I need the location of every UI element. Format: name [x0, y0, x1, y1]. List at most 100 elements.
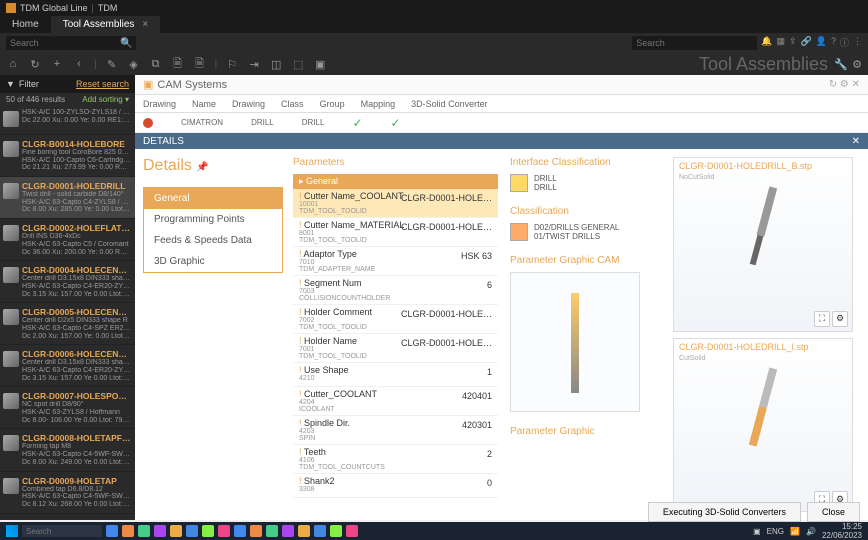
- nav-item[interactable]: General: [144, 188, 282, 209]
- sub-tab[interactable]: Class: [281, 97, 304, 111]
- sub-tab[interactable]: Group: [320, 97, 345, 111]
- refresh-icon[interactable]: ↻: [28, 57, 42, 71]
- param-row[interactable]: ! Cutter Name_MATERIAL8001TDM_TOOL_TOOLI…: [293, 218, 498, 247]
- list-item[interactable]: CLGR-B0014-HOLEBOREFine boring tool Coro…: [0, 135, 135, 177]
- param-row[interactable]: ! Shank233080: [293, 474, 498, 498]
- list-item[interactable]: HSK-A/C 100-ZYLSO-ZYLS18 / Hoffm…Dc 22.0…: [0, 105, 135, 135]
- close-button[interactable]: Close: [807, 502, 860, 522]
- grid-icon[interactable]: ▦: [776, 36, 785, 50]
- tb-app-icon[interactable]: [282, 525, 294, 537]
- param-row[interactable]: ! Use Shape42101: [293, 363, 498, 387]
- share-icon[interactable]: ⇪: [789, 36, 797, 50]
- app-icon[interactable]: ▣: [313, 57, 327, 71]
- gear-icon[interactable]: ⚙: [832, 311, 848, 327]
- expand-icon[interactable]: ⛶: [814, 311, 830, 327]
- tb-app-icon[interactable]: [234, 525, 246, 537]
- exec-converters-button[interactable]: Executing 3D-Solid Converters: [648, 502, 801, 522]
- export-icon[interactable]: ⇥: [247, 57, 261, 71]
- tab-home[interactable]: Home: [0, 16, 51, 33]
- pin-icon[interactable]: 📌: [196, 162, 208, 173]
- start-icon[interactable]: [6, 525, 18, 537]
- tb-app-icon[interactable]: [330, 525, 342, 537]
- close-icon[interactable]: ×: [142, 19, 148, 30]
- param-row[interactable]: ! Adaptor Type7010TDM_ADAPTER_NAMEHSK 63: [293, 247, 498, 276]
- tb-app-icon[interactable]: [314, 525, 326, 537]
- taskbar-search[interactable]: [22, 525, 102, 537]
- tag-icon[interactable]: ◈: [127, 57, 141, 71]
- home-icon[interactable]: ⌂: [6, 57, 20, 71]
- wrench-icon[interactable]: 🔧: [834, 57, 848, 71]
- list-item[interactable]: CLGR-D0006-HOLECENTERDR…Center drill D3.…: [0, 345, 135, 387]
- chevron-icon[interactable]: ‹: [72, 57, 86, 71]
- param-row[interactable]: ! Holder Name7001TDM_TOOL_TOOLIDCLGR-D00…: [293, 334, 498, 363]
- sub-tab[interactable]: 3D-Solid Converter: [411, 97, 488, 111]
- details-nav: GeneralProgramming PointsFeeds & Speeds …: [143, 187, 283, 273]
- nav-item[interactable]: Feeds & Speeds Data: [144, 230, 282, 251]
- param-group-header[interactable]: ▸ General: [293, 174, 498, 189]
- list-item[interactable]: CLGR-D0009-HOLETAPCombined tap D6.8/D8.1…: [0, 472, 135, 514]
- bell-icon[interactable]: 🔔: [761, 36, 772, 50]
- help-icon[interactable]: ?: [831, 36, 836, 50]
- menu-icon[interactable]: ⋮: [853, 36, 862, 50]
- global-search-input[interactable]: [632, 36, 757, 50]
- tb-app-icon[interactable]: [250, 525, 262, 537]
- param-row[interactable]: ! Holder Comment7002TDM_TOOL_TOOLIDCLGR-…: [293, 305, 498, 334]
- flag-icon[interactable]: ⚐: [225, 57, 239, 71]
- close-icon[interactable]: ✕: [852, 136, 860, 147]
- tb-app-icon[interactable]: [298, 525, 310, 537]
- doc2-icon[interactable]: 🗎: [193, 57, 207, 71]
- sort-button[interactable]: Add sorting ▾: [82, 95, 129, 104]
- param-row[interactable]: ! Segment Num7003COLLISIONCOUNTHOLDER6: [293, 276, 498, 305]
- sub-tab[interactable]: Drawing: [143, 97, 176, 111]
- reset-search-link[interactable]: Reset search: [76, 79, 129, 89]
- link-icon[interactable]: 🔗: [801, 36, 812, 50]
- doc-icon[interactable]: 🗎: [171, 57, 185, 71]
- list-item[interactable]: CLGR-D0007-HOLESPOTDRILLNC spot drill D8…: [0, 387, 135, 429]
- tb-app-icon[interactable]: [154, 525, 166, 537]
- tb-app-icon[interactable]: [106, 525, 118, 537]
- tb-app-icon[interactable]: [122, 525, 134, 537]
- tb-app-icon[interactable]: [186, 525, 198, 537]
- preview-card-b[interactable]: CLGR-D0001-HOLEDRILL_B.stp NoCutSolid ⛶⚙: [673, 157, 853, 332]
- volume-icon[interactable]: 🔊: [806, 527, 816, 536]
- param-row[interactable]: ! Spindle Dir.4203SPIN420301: [293, 416, 498, 445]
- list-item[interactable]: CLGR-D0008-HOLETAPFORMERForming tap M8HS…: [0, 429, 135, 471]
- tb-app-icon[interactable]: [138, 525, 150, 537]
- filter-icon[interactable]: ▼: [6, 79, 15, 89]
- lang-button[interactable]: ENG: [767, 527, 784, 536]
- sub-tab[interactable]: Drawing: [232, 97, 265, 111]
- list-item[interactable]: CLGR-D0005-HOLECENTERDR…Center drill D2x…: [0, 303, 135, 345]
- sub-tab[interactable]: Mapping: [361, 97, 396, 111]
- edit-icon[interactable]: ✎: [105, 57, 119, 71]
- user-icon[interactable]: 👤: [816, 36, 827, 50]
- tray-icon[interactable]: ▣: [753, 527, 761, 536]
- list-item[interactable]: CLGR-D0002-HOLEFLATDRILLDrill INS D36-4x…: [0, 219, 135, 261]
- nav-item[interactable]: 3D Graphic: [144, 251, 282, 272]
- tb-app-icon[interactable]: [266, 525, 278, 537]
- param-row[interactable]: ! Teeth4106TDM_TOOL_COUNTCUTS2: [293, 445, 498, 474]
- list-item[interactable]: CLGR-D0004-HOLECENTERDR…Center drill D3.…: [0, 261, 135, 303]
- add-icon[interactable]: +: [50, 57, 64, 71]
- tb-app-icon[interactable]: [170, 525, 182, 537]
- param-row[interactable]: ! Cutter_COOLANT4204ICOOLANT420401: [293, 387, 498, 416]
- search-input[interactable]: [6, 36, 136, 50]
- box-icon[interactable]: ◫: [269, 57, 283, 71]
- param-row[interactable]: ! Cutter Name_COOLANT10001TDM_TOOL_TOOLI…: [293, 189, 498, 218]
- tb-app-icon[interactable]: [202, 525, 214, 537]
- info-icon[interactable]: ⓘ: [840, 36, 849, 50]
- tab-tool-assemblies[interactable]: Tool Assemblies×: [51, 16, 161, 33]
- wifi-icon[interactable]: 📶: [790, 527, 800, 536]
- panel-tools[interactable]: ↻ ⚙ ✕: [829, 79, 860, 90]
- list-item[interactable]: CLGR-D0010-HOLEFLATDRILLDrill INS D14 Ec…: [0, 514, 135, 520]
- tb-app-icon[interactable]: [218, 525, 230, 537]
- search-icon[interactable]: 🔍: [120, 38, 132, 49]
- graphic-cam[interactable]: [510, 272, 640, 412]
- list-item[interactable]: CLGR-D0001-HOLEDRILLTwist drill - solid …: [0, 177, 135, 219]
- nav-item[interactable]: Programming Points: [144, 209, 282, 230]
- copy-icon[interactable]: ⧉: [149, 57, 163, 71]
- tb-app-icon[interactable]: [346, 525, 358, 537]
- cube-icon[interactable]: ⬚: [291, 57, 305, 71]
- sub-tab[interactable]: Name: [192, 97, 216, 111]
- preview-card-i[interactable]: CLGR-D0001-HOLEDRILL_I.stp CutSolid ⛶⚙: [673, 338, 853, 513]
- gear-icon[interactable]: ⚙: [850, 57, 864, 71]
